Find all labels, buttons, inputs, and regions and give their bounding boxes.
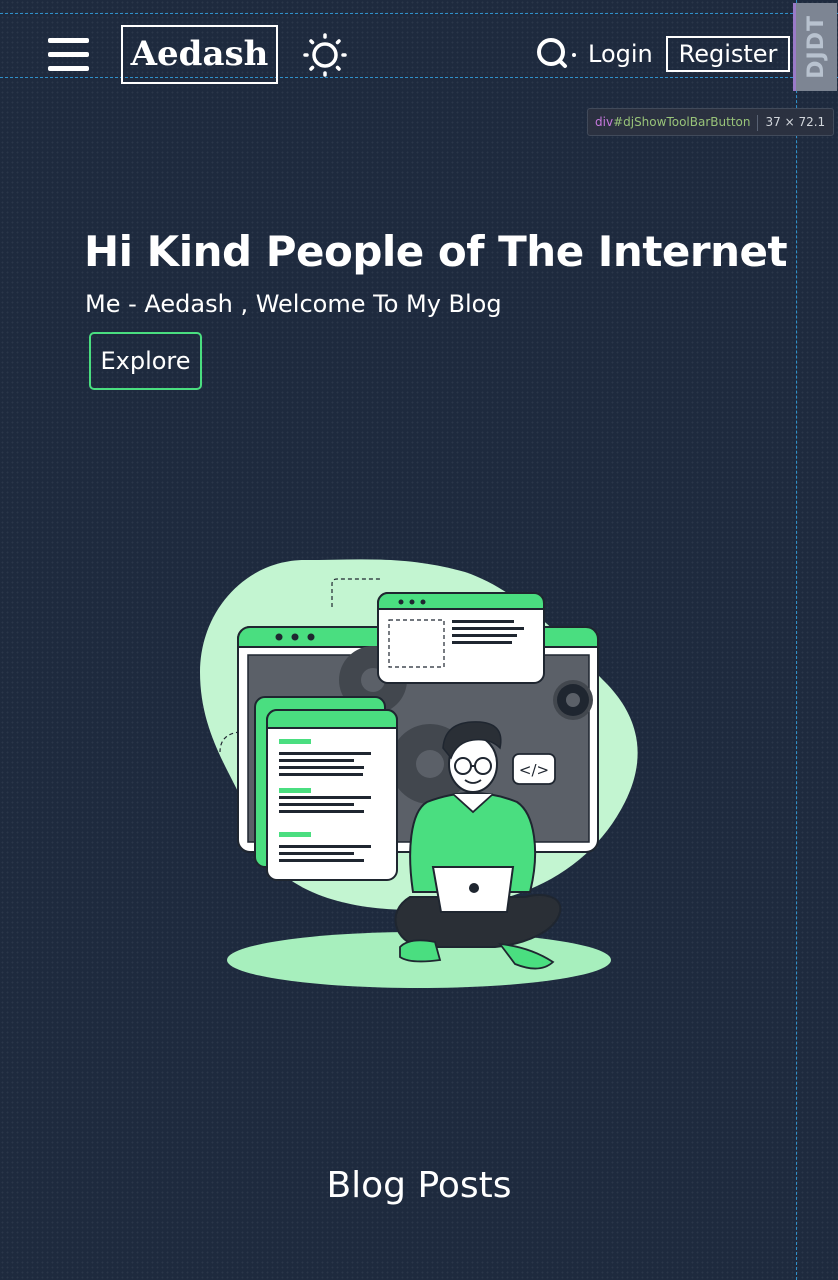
login-link[interactable]: Login <box>588 36 653 72</box>
inspector-dimensions: 37 × 72.1 <box>765 115 826 129</box>
search-button[interactable] <box>533 36 579 72</box>
inspector-tag: div <box>595 115 614 129</box>
brand-logo[interactable]: Aedash <box>121 25 278 84</box>
inspector-selector: #djShowToolBarButton <box>613 115 751 129</box>
blog-posts-heading: Blog Posts <box>326 1165 512 1206</box>
navbar: Aedash Login Register <box>0 0 838 110</box>
debug-toolbar-handle[interactable]: DJDT <box>793 3 837 91</box>
search-icon <box>537 38 576 68</box>
explore-button[interactable]: Explore <box>89 332 202 390</box>
element-inspector-tooltip: div#djShowToolBarButton 37 × 72.1 <box>587 108 834 136</box>
hamburger-menu-icon[interactable] <box>48 38 90 72</box>
sun-icon <box>303 33 347 77</box>
theme-toggle-button[interactable] <box>302 32 348 78</box>
inspector-guide-left <box>796 0 797 1280</box>
debug-toolbar-label: DJDT <box>804 15 829 79</box>
hero-title: Hi Kind People of The Internet <box>84 227 788 276</box>
code-tag-text: </> <box>519 761 549 779</box>
developer-with-laptop-illustration: </> <box>200 559 638 988</box>
hero-subtitle: Me - Aedash , Welcome To My Blog <box>85 290 502 318</box>
register-button[interactable]: Register <box>666 36 790 72</box>
